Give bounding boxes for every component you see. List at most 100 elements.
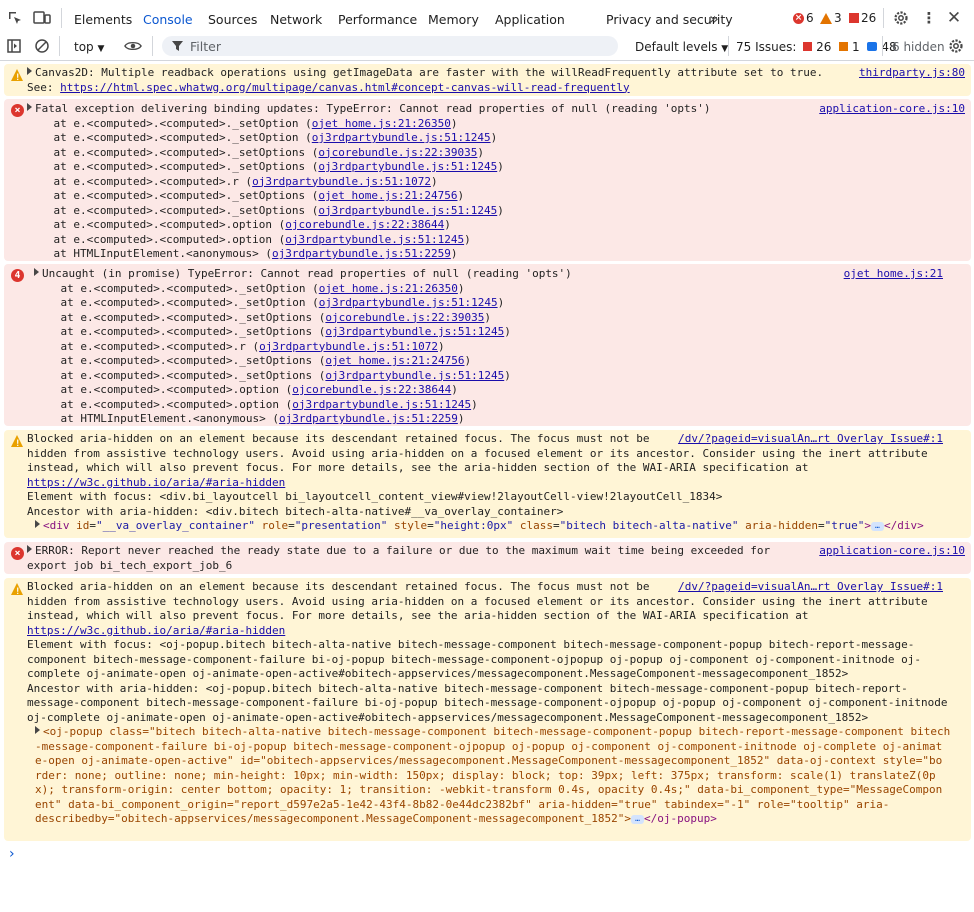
console-message-warning: Canvas2D: Multiple readback operations u… [4,64,971,96]
stack-frame-link[interactable]: ojet home.js:21:26350 [312,117,451,130]
stack-frame-text: at e.<computed>.<computed>.r ( [27,174,253,188]
warning-icon [11,435,23,452]
dom-node-preview[interactable]: <div id="__va_overlay_container" role="p… [27,519,963,534]
stack-frame-text: ) [450,247,458,260]
stack-frame-link[interactable]: oj3rdpartybundle.js:51:1245 [292,398,471,411]
expand-triangle-icon[interactable] [34,268,39,276]
ancestor-element-text: Ancestor with aria-hidden: <div.bitech b… [27,504,564,518]
warning-count-badge[interactable]: 3 [820,11,842,25]
stack-frame-link[interactable]: oj3rdpartybundle.js:51:1245 [319,296,498,309]
stack-frame-text: at e.<computed>.<computed>._setOptions ( [34,310,326,324]
source-link[interactable]: /dv/?pageid=visualAn…rt Overlay Issue#:1 [678,580,943,595]
tab-console[interactable]: Console [141,0,195,38]
stack-frame-link[interactable]: oj3rdpartybundle.js:51:1245 [312,131,491,144]
stack-frame-link[interactable]: oj3rdpartybundle.js:51:1245 [325,369,504,382]
console-prompt-input[interactable]: › [9,846,15,862]
node-tag-close: </div> [883,519,924,532]
stack-frame-text: ) [450,116,458,130]
expand-triangle-icon[interactable] [27,67,32,75]
ancestor-element-line: oj-complete oj-animate-open oj-animate-o… [27,710,869,724]
log-levels-dropdown[interactable]: Default levels ▼ [635,40,728,54]
tab-network[interactable]: Network [268,0,324,37]
stack-frame-link[interactable]: oj3rdpartybundle.js:51:1245 [325,325,504,338]
stack-frame: at e.<computed>.<computed>._setOptions (… [27,204,963,219]
stack-frame-text: ) [457,281,465,295]
node-tag-close: </oj-popup> [644,812,717,825]
stack-frame-link[interactable]: ojcorebundle.js:22:38644 [292,383,451,396]
context-selector[interactable]: top ▼ [74,40,104,54]
error-count-badge[interactable]: × 6 [793,11,814,25]
source-link[interactable]: /dv/?pageid=visualAn…rt Overlay Issue#:1 [678,432,943,447]
stack-frame-link[interactable]: oj3rdpartybundle.js:51:1245 [285,233,464,246]
console-message-error: × Fatal exception delivering binding upd… [4,99,971,261]
node-attr-name: style [394,519,428,532]
dom-node-preview[interactable]: <oj-popup class="bitech bitech-alta-nati… [27,725,963,827]
stack-frame: at e.<computed>.<computed>._setOptions (… [34,325,963,340]
collapsed-children-icon[interactable]: … [870,521,884,531]
filter-input[interactable]: Filter [162,36,618,56]
stack-frame-link[interactable]: ojet home.js:21:24756 [325,354,464,367]
stack-frame-link[interactable]: ojcorebundle.js:22:38644 [285,218,444,231]
tab-sources[interactable]: Sources [206,0,259,37]
tab-application[interactable]: Application [493,0,567,37]
stack-frame-link[interactable]: ojet home.js:21:24756 [318,189,457,202]
stack-frame-text: ) [457,412,465,425]
close-devtools-icon[interactable]: ✕ [945,8,963,28]
issue-warning-icon [839,42,849,51]
more-tabs-chevron-icon[interactable]: » [705,9,723,28]
stack-frame-link[interactable]: oj3rdpartybundle.js:51:1245 [318,160,497,173]
aria-spec-link[interactable]: https://w3c.github.io/aria/#aria-hidden [27,624,285,637]
stack-frame: at e.<computed>.<computed>.r (oj3rdparty… [27,175,963,190]
warning-icon [820,12,832,24]
tab-performance[interactable]: Performance [336,0,419,37]
stack-frame-link[interactable]: oj3rdpartybundle.js:51:1072 [259,340,438,353]
expand-triangle-icon[interactable] [27,545,32,553]
stack-frame: at e.<computed>.<computed>.option (ojcor… [34,383,963,398]
expand-triangle-icon[interactable] [35,726,40,734]
stack-frame: at e.<computed>.<computed>.r (oj3rdparty… [34,340,963,355]
tab-memory[interactable]: Memory [426,0,481,37]
ancestor-element-text: Ancestor with aria-hidden: <oj-popup.bit… [27,682,963,726]
hidden-messages-count[interactable]: 6 hidden [892,40,945,54]
device-toolbar-icon[interactable] [33,9,51,27]
node-line: x); transform-origin: center bottom; opa… [35,783,963,798]
stack-frame: at HTMLInputElement.<anonymous> (oj3rdpa… [27,247,963,262]
spec-link[interactable]: https://html.spec.whatwg.org/multipage/c… [60,81,630,94]
message-text[interactable]: Canvas2D: Multiple readback operations u… [27,66,963,81]
source-link[interactable]: application-core.js:10 [819,544,965,559]
more-options-kebab-icon[interactable]: ⋮ [920,9,938,27]
issue-count-badge[interactable]: 26 [849,11,876,25]
stack-frame-link[interactable]: ojcorebundle.js:22:39035 [318,146,477,159]
aria-spec-link[interactable]: https://w3c.github.io/aria/#aria-hidden [27,476,285,489]
stack-frame: at e.<computed>.<computed>._setOptions (… [27,146,963,161]
clear-console-icon[interactable] [33,37,51,55]
source-link[interactable]: application-core.js:10 [819,102,965,117]
show-sidebar-icon[interactable] [5,37,23,55]
stack-frame-text: at e.<computed>.<computed>._setOption ( [34,281,319,295]
expand-triangle-icon[interactable] [35,520,40,528]
message-text[interactable]: Uncaught (in promise) TypeError: Cannot … [34,267,963,282]
node-attr-name: id [76,519,90,532]
filter-funnel-icon [172,41,183,51]
stack-frame-link[interactable]: oj3rdpartybundle.js:51:1072 [252,175,431,188]
console-toolbar: top ▼ Filter Default levels ▼ 75 Issues:… [0,33,974,61]
inspect-element-icon[interactable] [6,9,24,27]
node-line-text: ent" data-bi_component_origin="report_d5… [35,797,890,811]
tab-elements[interactable]: Elements [72,0,134,37]
source-link[interactable]: thirdparty.js:80 [859,66,965,81]
settings-gear-icon[interactable] [892,9,910,27]
stack-frame-link[interactable]: oj3rdpartybundle.js:51:2259 [279,412,458,425]
console-message-warning: Blocked aria-hidden on an element becaus… [4,578,971,841]
collapsed-children-icon[interactable]: … [631,814,645,824]
source-link[interactable]: ojet home.js:21 [844,267,943,282]
node-line-text: -message-component-failure bi-oj-popup b… [35,739,943,753]
stack-frame-link[interactable]: oj3rdpartybundle.js:51:1245 [318,204,497,217]
stack-frame-link[interactable]: oj3rdpartybundle.js:51:2259 [272,247,451,260]
issues-counter[interactable]: 75 Issues: 26 1 48 [736,40,897,54]
live-expression-eye-icon[interactable] [124,37,142,55]
console-settings-gear-icon[interactable] [947,37,965,55]
stack-frame-link[interactable]: ojet home.js:21:26350 [319,282,458,295]
stack-frame-link[interactable]: ojcorebundle.js:22:39035 [325,311,484,324]
expand-triangle-icon[interactable] [27,103,32,111]
node-line: ent" data-bi_component_origin="report_d5… [35,798,963,813]
